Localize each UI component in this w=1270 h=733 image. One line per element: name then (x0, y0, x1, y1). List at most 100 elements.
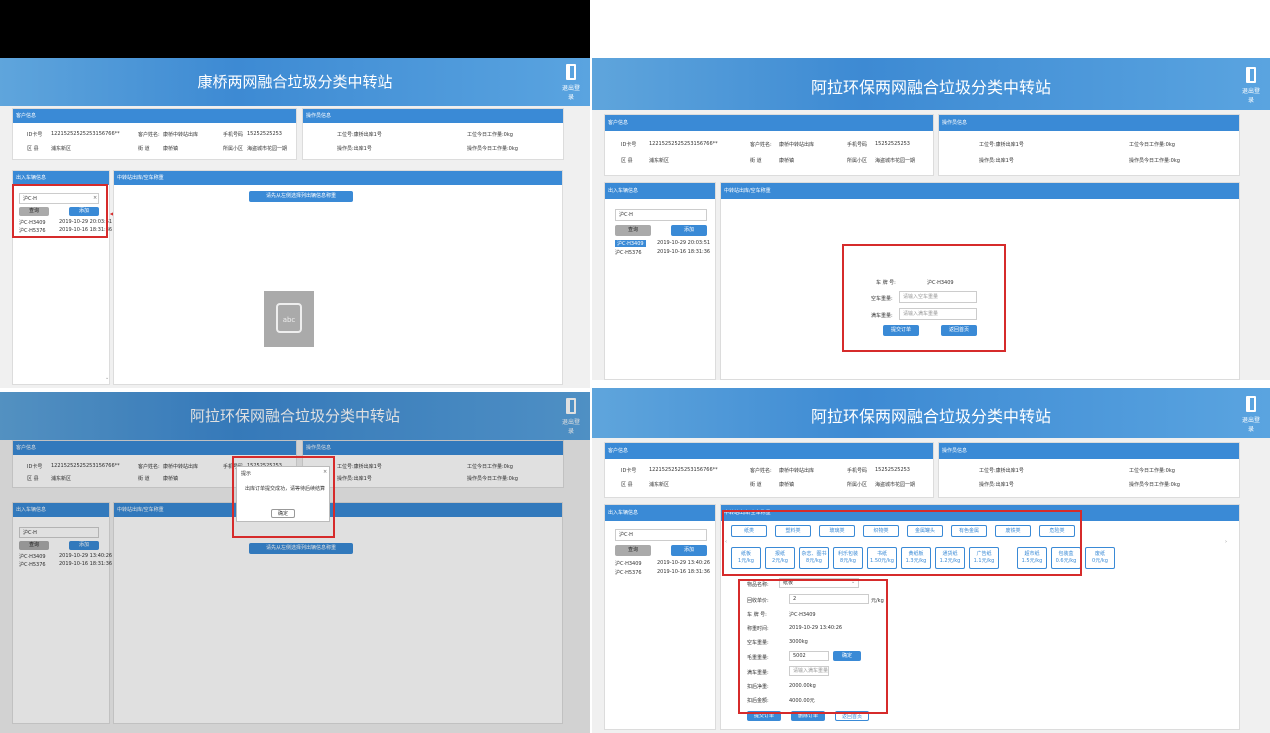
area-label: 区 县 (27, 146, 39, 152)
door-icon (1246, 396, 1256, 412)
community-value: 海盗城市花园一期 (247, 146, 288, 152)
search-button[interactable]: 查询 (615, 545, 651, 556)
id-label: ID卡号 (621, 468, 637, 474)
logout-button[interactable]: 退出登录 (560, 64, 582, 101)
id-label: ID卡号 (621, 142, 637, 148)
phone-label: 手机号码 (847, 468, 868, 474)
operator-today: 操作员今日工作量:0kg (1129, 482, 1180, 488)
placeholder-image: abc (264, 291, 314, 347)
app-header: 康桥两网融合垃圾分类中转站 退出登录 (0, 58, 590, 106)
panel-success-dialog: 阿拉环保网融合垃圾分类中转站 退出登录 客户信息 ID卡号 1221525252… (0, 392, 590, 733)
highlight-box (232, 456, 335, 538)
cust-name-value: 康桥中转站出库 (779, 142, 815, 148)
highlight-box (738, 579, 888, 714)
app-header: 阿拉环保两网融合垃圾分类中转站 退出登录 (592, 388, 1270, 438)
workstation-today: 工位今日工作量:0kg (1129, 142, 1175, 148)
row-time[interactable]: 2019-10-29 20:03:51 (657, 240, 710, 246)
row-plate[interactable]: 沪C·H5376 (615, 249, 642, 256)
top-black-bar (0, 0, 590, 58)
area-value: 浦东新区 (649, 482, 670, 488)
workstation-today: 工位今日工作量:0kg (1129, 468, 1175, 474)
highlight-box (842, 244, 1006, 352)
logout-button[interactable]: 退出登录 (1240, 67, 1262, 104)
select-vehicle-prompt[interactable]: 请先从左侧选择列出辆信息称重 (249, 191, 353, 202)
area-value: 浦东新区 (51, 146, 72, 152)
operator-info-box: 操作员信息 工位号:康桥出库1号 操作员:出库1号 工位今日工作量:0kg 操作… (938, 114, 1240, 176)
workstation-no: 工位号:康桥出库1号 (979, 468, 1024, 474)
panel-empty-weight: 阿拉环保两网融合垃圾分类中转站 退出登录 客户信息 ID卡号 122152525… (592, 58, 1270, 380)
customer-info-header: 客户信息 (13, 109, 296, 123)
weighing-box: 中转站出库/空车称重 请先从左侧选择列出辆信息称重 abc (113, 170, 563, 385)
scroll-down-icon[interactable]: ⌄ (105, 375, 109, 381)
add-button[interactable]: 添加 (671, 545, 707, 556)
community-label: 所属小区 (223, 146, 244, 152)
logout-label: 退出登录 (1241, 417, 1260, 433)
community-value: 海盗城市花园一期 (875, 482, 916, 488)
phone-label: 手机号码 (847, 142, 868, 148)
app-title: 阿拉环保两网融合垃圾分类中转站 (810, 78, 1051, 97)
operator-info-header: 操作员信息 (939, 115, 1239, 131)
panel-kangqiao-home: 康桥两网融合垃圾分类中转站 退出登录 客户信息 ID卡号 12215252525… (0, 58, 590, 388)
operator-today: 操作员今日工作量:0kg (467, 146, 518, 152)
operator-name: 操作员:出库1号 (337, 146, 372, 152)
plate-search-input[interactable]: 沪C·H (615, 529, 707, 541)
cust-name-label: 客户姓名: (138, 132, 160, 138)
logout-button[interactable]: 退出登录 (1240, 396, 1262, 433)
product-price: 0元/kg (1092, 558, 1108, 564)
operator-name: 操作员:出库1号 (979, 482, 1014, 488)
id-value: 12215252525253156766** (649, 467, 718, 473)
product-card[interactable]: 废纸 0元/kg (1085, 547, 1115, 569)
operator-info-box: 操作员信息 工位号:康桥出库1号 操作员:出库1号 工位今日工作量:0kg 操作… (302, 108, 564, 160)
logout-label: 退出登录 (1241, 88, 1260, 104)
phone-value: 15252525253 (875, 467, 910, 473)
customer-info-box: 客户信息 ID卡号 12215252525253156766** 区 县 浦东新… (604, 442, 934, 498)
row-time[interactable]: 2019-10-16 18:31:36 (657, 249, 710, 255)
row-plate[interactable]: 沪C·H3409 (615, 240, 646, 247)
operator-info-header: 操作员信息 (303, 109, 563, 123)
phone-value: 15252525253 (247, 131, 282, 137)
product-name: 废纸 (1094, 551, 1105, 557)
highlight-box (12, 184, 108, 238)
door-icon (566, 64, 576, 80)
area-value: 浦东新区 (649, 158, 670, 164)
operator-info-header: 操作员信息 (939, 443, 1239, 459)
door-icon (1246, 67, 1256, 83)
operator-name: 操作员:出库1号 (979, 158, 1014, 164)
workstation-today: 工位今日工作量:0kg (467, 132, 513, 138)
app-header: 阿拉环保两网融合垃圾分类中转站 退出登录 (592, 58, 1270, 110)
cust-name-value: 康桥中转站出库 (779, 468, 815, 474)
id-value: 12215252525253156766** (51, 131, 120, 137)
search-button[interactable]: 查询 (615, 225, 651, 236)
row-time[interactable]: 2019-10-29 13:40:26 (657, 560, 710, 566)
street-value: 康桥镇 (779, 158, 795, 164)
scroll-right-icon[interactable]: › (1225, 539, 1227, 545)
street-value: 康桥镇 (163, 146, 179, 152)
community-label: 所属小区 (847, 158, 868, 164)
customer-info-header: 客户信息 (605, 443, 933, 459)
community-label: 所属小区 (847, 482, 868, 488)
row-plate[interactable]: 沪C·H5376 (615, 569, 642, 576)
vehicle-info-box: 出入车辆信息 沪C·H 查询 添加 沪C·H3409 2019-10-29 20… (604, 182, 716, 380)
add-button[interactable]: 添加 (671, 225, 707, 236)
customer-info-box: 客户信息 ID卡号 12215252525253156766** 区 县 浦东新… (12, 108, 297, 160)
cust-name-value: 康桥中转站出库 (163, 132, 199, 138)
street-value: 康桥镇 (779, 482, 795, 488)
street-label: 街 道 (750, 158, 762, 164)
id-value: 12215252525253156766** (649, 141, 718, 147)
weighing-header: 中转站出库/空车称重 (721, 183, 1239, 199)
modal-overlay (0, 392, 590, 733)
highlight-box (722, 510, 1082, 576)
vehicle-info-header: 出入车辆信息 (605, 183, 715, 199)
logout-label: 退出登录 (561, 85, 580, 101)
row-plate[interactable]: 沪C·H3409 (615, 560, 642, 567)
area-label: 区 县 (621, 482, 633, 488)
vehicle-info-box: 出入车辆信息 沪C·H 查询 添加 沪C·H3409 2019-10-29 13… (604, 504, 716, 730)
customer-info-box: 客户信息 ID卡号 12215252525253156766** 区 县 浦东新… (604, 114, 934, 176)
row-time[interactable]: 2019-10-16 18:31:36 (657, 569, 710, 575)
phone-label: 手机号码 (223, 132, 244, 138)
plate-search-input[interactable]: 沪C·H (615, 209, 707, 221)
id-label: ID卡号 (27, 132, 43, 138)
area-label: 区 县 (621, 158, 633, 164)
workstation-no: 工位号:康桥出库1号 (337, 132, 382, 138)
vehicle-info-header: 出入车辆信息 (605, 505, 715, 521)
